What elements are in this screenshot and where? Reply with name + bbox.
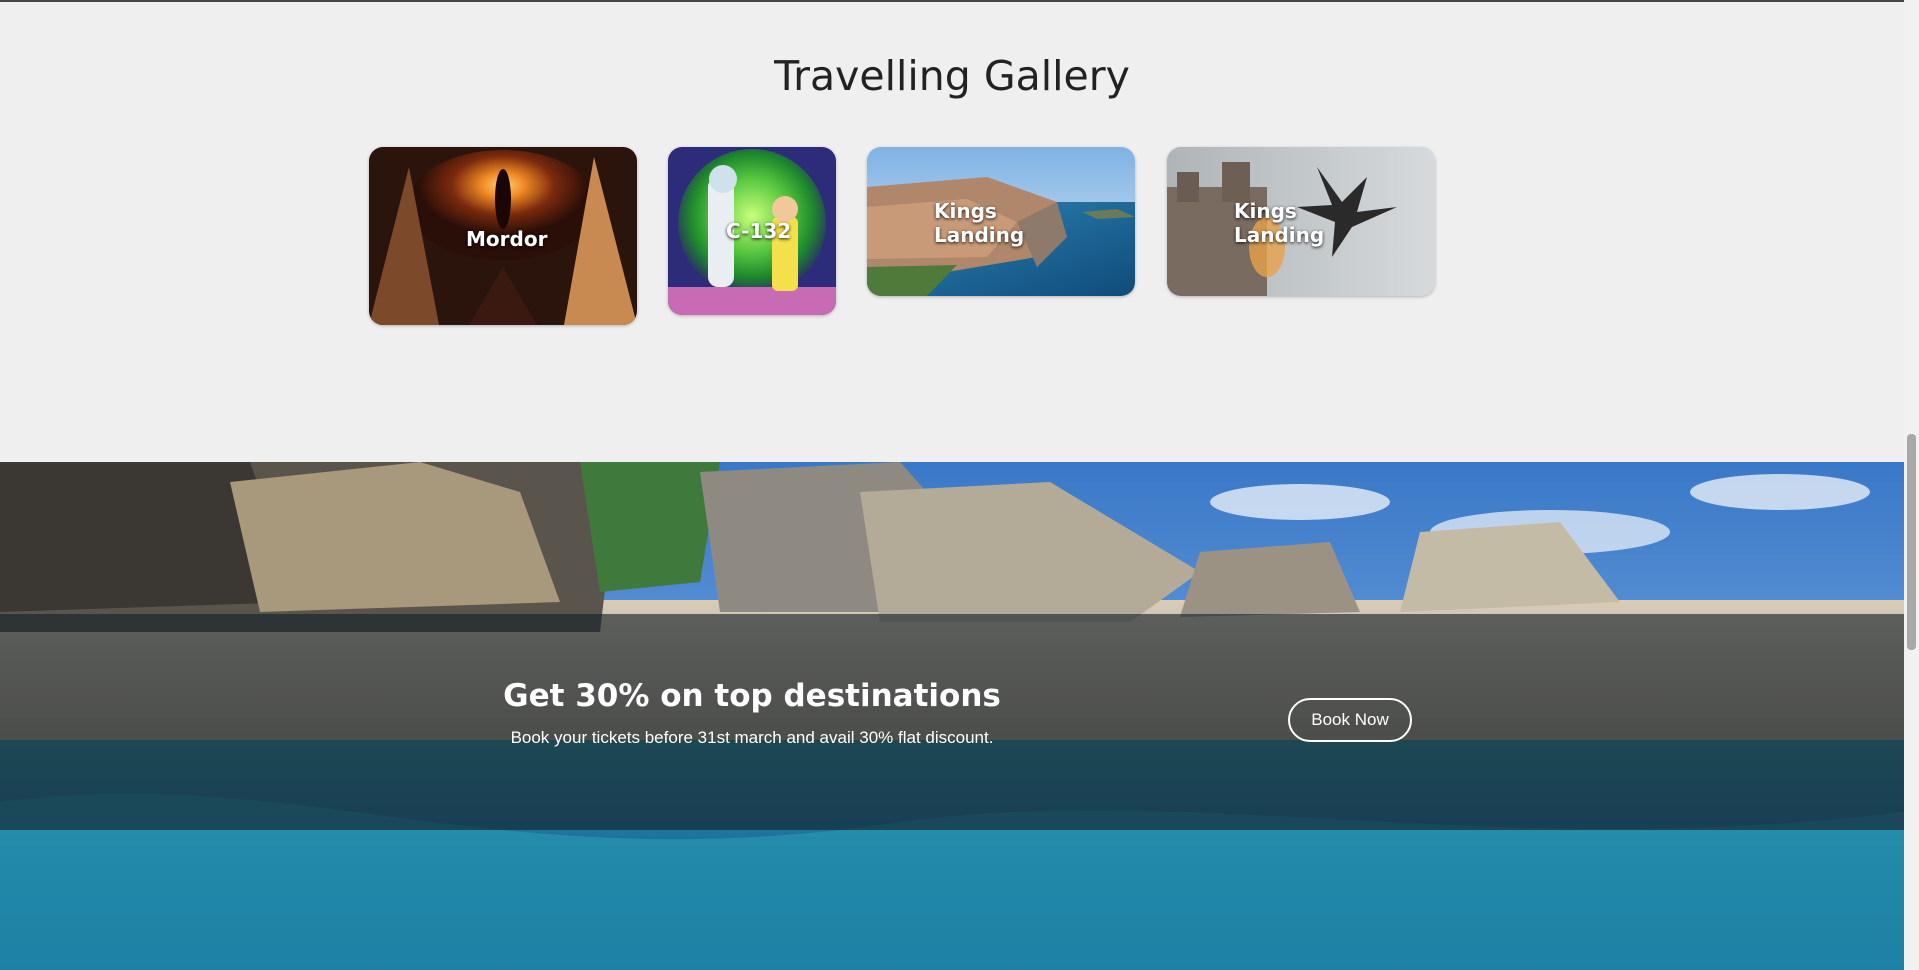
promo-text: Book your tickets before 31st march and … [510, 728, 994, 747]
gallery-card-kings-landing-dragon[interactable]: Kings Landing [1167, 147, 1435, 296]
gallery-card-kings-landing-coast[interactable]: Kings Landing [867, 147, 1135, 296]
page-scrollbar[interactable] [1904, 0, 1919, 970]
label-line-2: Landing [934, 223, 1025, 247]
top-divider [0, 0, 1919, 2]
promo-banner: Get 30% on top destinations Book your ti… [0, 462, 1904, 970]
gallery-card-mordor[interactable]: Mordor [369, 147, 637, 325]
book-now-button[interactable]: Book Now [1288, 698, 1412, 742]
promo-title: Get 30% on top destinations [503, 678, 1001, 714]
card-label-c132: C-132 [726, 219, 792, 243]
scrollbar-thumb[interactable] [1907, 434, 1916, 650]
card-label-kings-landing-dragon: Kings Landing [1234, 199, 1324, 247]
card-label-mordor: Mordor [466, 227, 548, 251]
label-line-1: Kings [934, 199, 997, 223]
card-label-kings-landing-coast: Kings Landing [934, 199, 1024, 247]
gallery-card-c132[interactable]: C-132 [668, 147, 836, 315]
label-line-1: Kings [1234, 199, 1297, 223]
label-line-2: Landing [1234, 223, 1325, 247]
gallery-title: Travelling Gallery [774, 52, 1130, 100]
page: Travelling Gallery Mordor C-132 Kings La… [0, 0, 1919, 970]
promo-overlay [0, 614, 1904, 830]
